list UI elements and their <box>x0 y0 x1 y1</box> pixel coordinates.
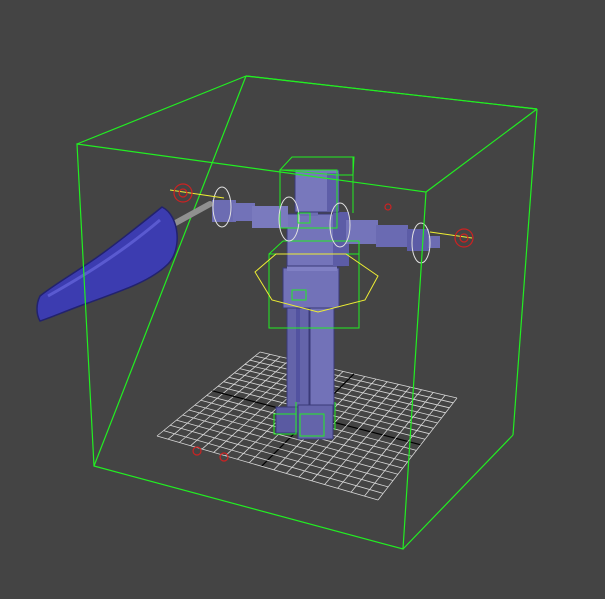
grid-line <box>337 389 422 489</box>
character-mesh[interactable] <box>212 169 440 440</box>
grid-line <box>190 358 291 447</box>
scene-canvas[interactable] <box>0 0 605 599</box>
shield-weapon[interactable] <box>36 201 213 322</box>
grid-line <box>201 361 301 450</box>
3d-viewport[interactable] <box>0 0 605 599</box>
grid-line <box>156 351 261 437</box>
grid-line <box>377 397 458 501</box>
grid-line <box>364 394 446 497</box>
